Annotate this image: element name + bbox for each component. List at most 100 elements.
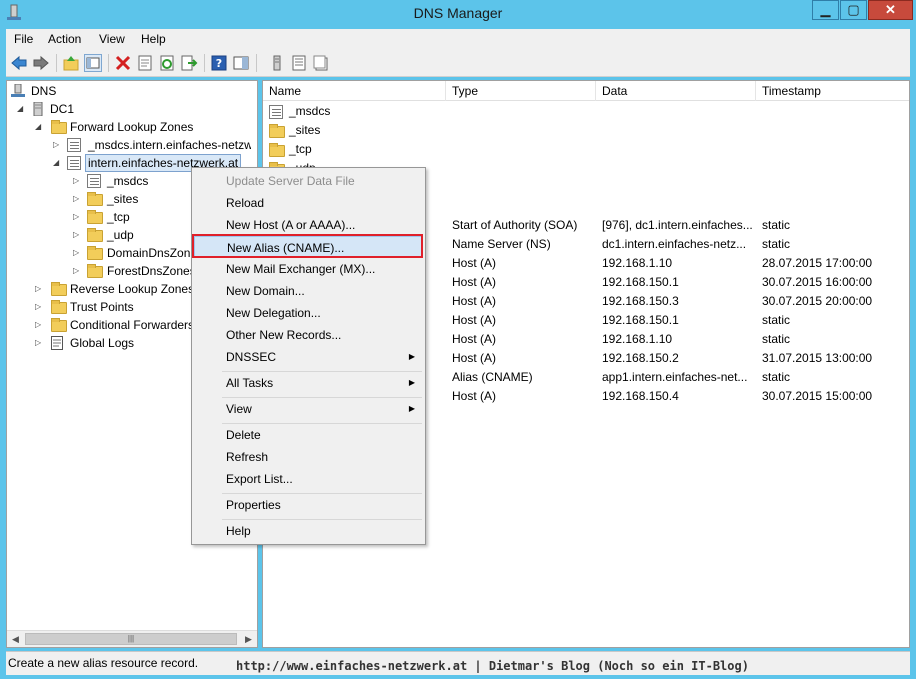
export-list-icon[interactable] <box>180 54 198 72</box>
menu-file[interactable]: File <box>14 32 33 46</box>
record-type[interactable]: Host (A) <box>452 387 597 406</box>
maximize-button[interactable]: ▢ <box>840 0 867 20</box>
refresh-icon[interactable] <box>158 54 176 72</box>
menu-help[interactable]: Help <box>141 32 166 46</box>
log-icon <box>51 336 63 350</box>
column-timestamp[interactable]: Timestamp <box>756 81 909 101</box>
record-timestamp: static <box>762 218 791 232</box>
menu-item-reload[interactable]: Reload <box>194 192 423 214</box>
column-type[interactable]: Type <box>446 81 596 101</box>
tree-item-conditional-forwarders[interactable]: ▷ Conditional Forwarders <box>33 316 191 334</box>
record-type[interactable]: Name Server (NS) <box>452 235 597 254</box>
record-type[interactable]: Host (A) <box>452 254 597 273</box>
expand-icon[interactable]: ▷ <box>35 338 43 348</box>
tree-item-tcp[interactable]: ▷ _tcp <box>71 208 191 226</box>
expand-icon[interactable]: ▷ <box>73 176 81 186</box>
tree-item-msdcs-zone[interactable]: ▷ _msdcs.intern.einfaches-netzwer <box>51 136 251 154</box>
tree-item-sites[interactable]: ▷ _sites <box>71 190 191 208</box>
column-name[interactable]: Name <box>263 81 446 101</box>
folder-icon <box>269 143 285 157</box>
tree-item-reverse-lookup-zones[interactable]: ▷ Reverse Lookup Zones <box>33 280 191 298</box>
menu-item-all-tasks[interactable]: All Tasks ▶ <box>194 372 423 394</box>
menu-item-new-mail-exchanger[interactable]: New Mail Exchanger (MX)... <box>194 258 423 280</box>
menu-item-refresh[interactable]: Refresh <box>194 446 423 468</box>
record-type[interactable]: Alias (CNAME) <box>452 368 597 387</box>
tree-item-trust-points[interactable]: ▷ Trust Points <box>33 298 191 316</box>
minimize-button[interactable]: ▁ <box>812 0 839 20</box>
tree-item-udp[interactable]: ▷ _udp <box>71 226 191 244</box>
tree-label: DC1 <box>50 102 75 116</box>
list-item-folder[interactable]: _tcp <box>269 140 439 159</box>
record-data: 192.168.1.10 <box>602 256 673 270</box>
show-console-tree-icon[interactable] <box>84 54 102 72</box>
show-action-pane-icon[interactable] <box>232 54 250 72</box>
tree-item-domaindnszones[interactable]: ▷ DomainDnsZon <box>71 244 191 262</box>
scroll-left-icon[interactable]: ◀ <box>7 631 24 647</box>
list-item-folder[interactable]: _sites <box>269 121 439 140</box>
menu-action[interactable]: Action <box>48 32 81 46</box>
tree-item-global-logs[interactable]: ▷ Global Logs <box>33 334 191 352</box>
properties-icon[interactable] <box>136 54 154 72</box>
tree-item-dns[interactable]: DNS <box>11 82 251 100</box>
menu-item-view[interactable]: View ▶ <box>194 398 423 420</box>
collapse-icon[interactable]: ◢ <box>53 158 61 168</box>
forward-arrow-icon[interactable] <box>32 54 50 72</box>
up-folder-icon[interactable] <box>62 54 80 72</box>
tree-item-forestdnszones[interactable]: ▷ ForestDnsZones <box>71 262 191 280</box>
tree-label: DomainDnsZon <box>107 246 191 260</box>
help-icon[interactable]: ? <box>210 54 228 72</box>
menu-item-delete[interactable]: Delete <box>194 424 423 446</box>
record-type[interactable]: Host (A) <box>452 292 597 311</box>
record-type[interactable]: Host (A) <box>452 349 597 368</box>
title-bar[interactable]: DNS Manager ▁ ▢ ✕ <box>0 0 916 28</box>
record-type[interactable]: Start of Authority (SOA) <box>452 216 597 235</box>
menu-item-new-host[interactable]: New Host (A or AAAA)... <box>194 214 423 236</box>
delete-icon[interactable] <box>114 54 132 72</box>
scroll-thumb[interactable]: ||| <box>25 633 237 645</box>
zone-icon[interactable] <box>312 54 330 72</box>
record-list-icon[interactable] <box>290 54 308 72</box>
scroll-right-icon[interactable]: ▶ <box>240 631 257 647</box>
expand-icon[interactable]: ▷ <box>73 230 81 240</box>
expand-icon[interactable]: ▷ <box>73 194 81 204</box>
tree-item-msdcs[interactable]: ▷ _msdcs <box>71 172 191 190</box>
record-type[interactable]: Host (A) <box>452 311 597 330</box>
menu-view[interactable]: View <box>99 32 125 46</box>
close-button[interactable]: ✕ <box>868 0 913 20</box>
menu-item-other-new-records[interactable]: Other New Records... <box>194 324 423 346</box>
zone-icon <box>67 138 81 152</box>
menu-item-properties[interactable]: Properties <box>194 494 423 516</box>
server-icon[interactable] <box>268 54 286 72</box>
expand-icon[interactable]: ▷ <box>73 212 81 222</box>
expand-icon[interactable]: ▷ <box>35 302 43 312</box>
submenu-arrow-icon: ▶ <box>408 352 415 361</box>
horizontal-scrollbar[interactable]: ◀ ||| ▶ <box>7 630 257 647</box>
record-type[interactable]: Host (A) <box>452 330 597 349</box>
menu-item-new-domain[interactable]: New Domain... <box>194 280 423 302</box>
menu-item-new-alias[interactable]: New Alias (CNAME)... <box>194 236 423 258</box>
collapse-icon[interactable]: ◢ <box>17 104 25 114</box>
menu-item-export-list[interactable]: Export List... <box>194 468 423 490</box>
tree-label: _tcp <box>107 210 130 224</box>
expand-icon[interactable]: ▷ <box>35 284 43 294</box>
toolbar-separator <box>256 54 257 72</box>
record-type[interactable]: Host (A) <box>452 273 597 292</box>
tree-item-forward-lookup-zones[interactable]: ◢ Forward Lookup Zones <box>33 118 251 136</box>
window-title: DNS Manager <box>413 5 503 21</box>
item-name: _msdcs <box>289 104 331 118</box>
menu-item-dnssec[interactable]: DNSSEC ▶ <box>194 346 423 368</box>
tree-label: Reverse Lookup Zones <box>70 282 191 296</box>
menu-item-help[interactable]: Help <box>194 520 423 542</box>
back-arrow-icon[interactable] <box>10 54 28 72</box>
expand-icon[interactable]: ▷ <box>73 266 81 276</box>
folder-icon <box>51 300 67 314</box>
expand-icon[interactable]: ▷ <box>73 248 81 258</box>
expand-icon[interactable]: ▷ <box>53 140 61 150</box>
column-data[interactable]: Data <box>596 81 756 101</box>
menu-item-new-delegation[interactable]: New Delegation... <box>194 302 423 324</box>
tree-item-dc1[interactable]: ◢ DC1 <box>15 100 251 118</box>
list-item-folder[interactable]: _msdcs <box>269 102 439 121</box>
record-timestamp: static <box>762 313 791 327</box>
collapse-icon[interactable]: ◢ <box>35 122 43 132</box>
expand-icon[interactable]: ▷ <box>35 320 43 330</box>
